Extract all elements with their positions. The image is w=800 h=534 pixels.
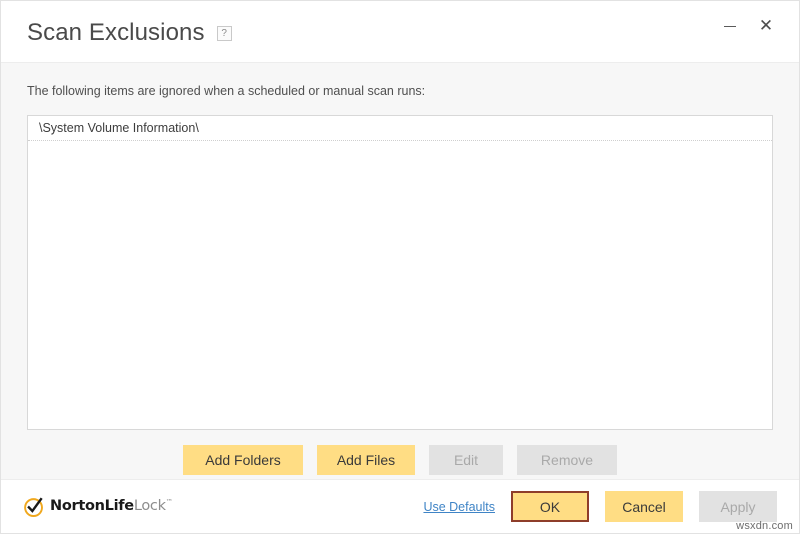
list-item-path: \System Volume Information\ — [39, 121, 199, 135]
scan-exclusions-dialog: Scan Exclusions ? ✕ The following items … — [0, 0, 800, 534]
close-button[interactable]: ✕ — [749, 11, 783, 41]
minimize-button[interactable] — [713, 11, 747, 41]
action-button-row: Add Folders Add Files Edit Remove — [27, 445, 773, 475]
norton-check-circle-icon — [23, 496, 45, 518]
window-controls: ✕ — [713, 11, 783, 41]
minimize-icon — [724, 26, 736, 27]
brand-logo: NortonLifeLock™ — [23, 496, 172, 518]
title-bar: Scan Exclusions ? ✕ — [1, 1, 799, 63]
help-icon[interactable]: ? — [217, 26, 232, 41]
brand-lock: Lock — [134, 498, 166, 514]
dialog-body: The following items are ignored when a s… — [1, 63, 799, 479]
remove-button: Remove — [517, 445, 617, 475]
edit-button: Edit — [429, 445, 503, 475]
footer-bar: NortonLifeLock™ Use Defaults OK Cancel A… — [1, 479, 799, 533]
watermark: wsxdn.com — [736, 520, 793, 532]
brand-norton: Norton — [50, 498, 105, 514]
add-files-button[interactable]: Add Files — [317, 445, 415, 475]
footer-actions: Use Defaults OK Cancel Apply — [423, 491, 777, 522]
exclusions-list[interactable]: \System Volume Information\ — [27, 115, 773, 430]
apply-button: Apply — [699, 491, 777, 522]
brand-trademark: ™ — [166, 498, 173, 506]
brand-life: Life — [105, 498, 134, 514]
list-item[interactable]: \System Volume Information\ — [28, 116, 772, 141]
brand-wordmark: NortonLifeLock™ — [50, 499, 172, 514]
use-defaults-link[interactable]: Use Defaults — [423, 500, 495, 514]
add-folders-button[interactable]: Add Folders — [183, 445, 303, 475]
intro-text: The following items are ignored when a s… — [27, 84, 773, 99]
page-title: Scan Exclusions — [27, 19, 205, 45]
close-icon: ✕ — [759, 18, 773, 35]
ok-button[interactable]: OK — [511, 491, 589, 522]
cancel-button[interactable]: Cancel — [605, 491, 683, 522]
